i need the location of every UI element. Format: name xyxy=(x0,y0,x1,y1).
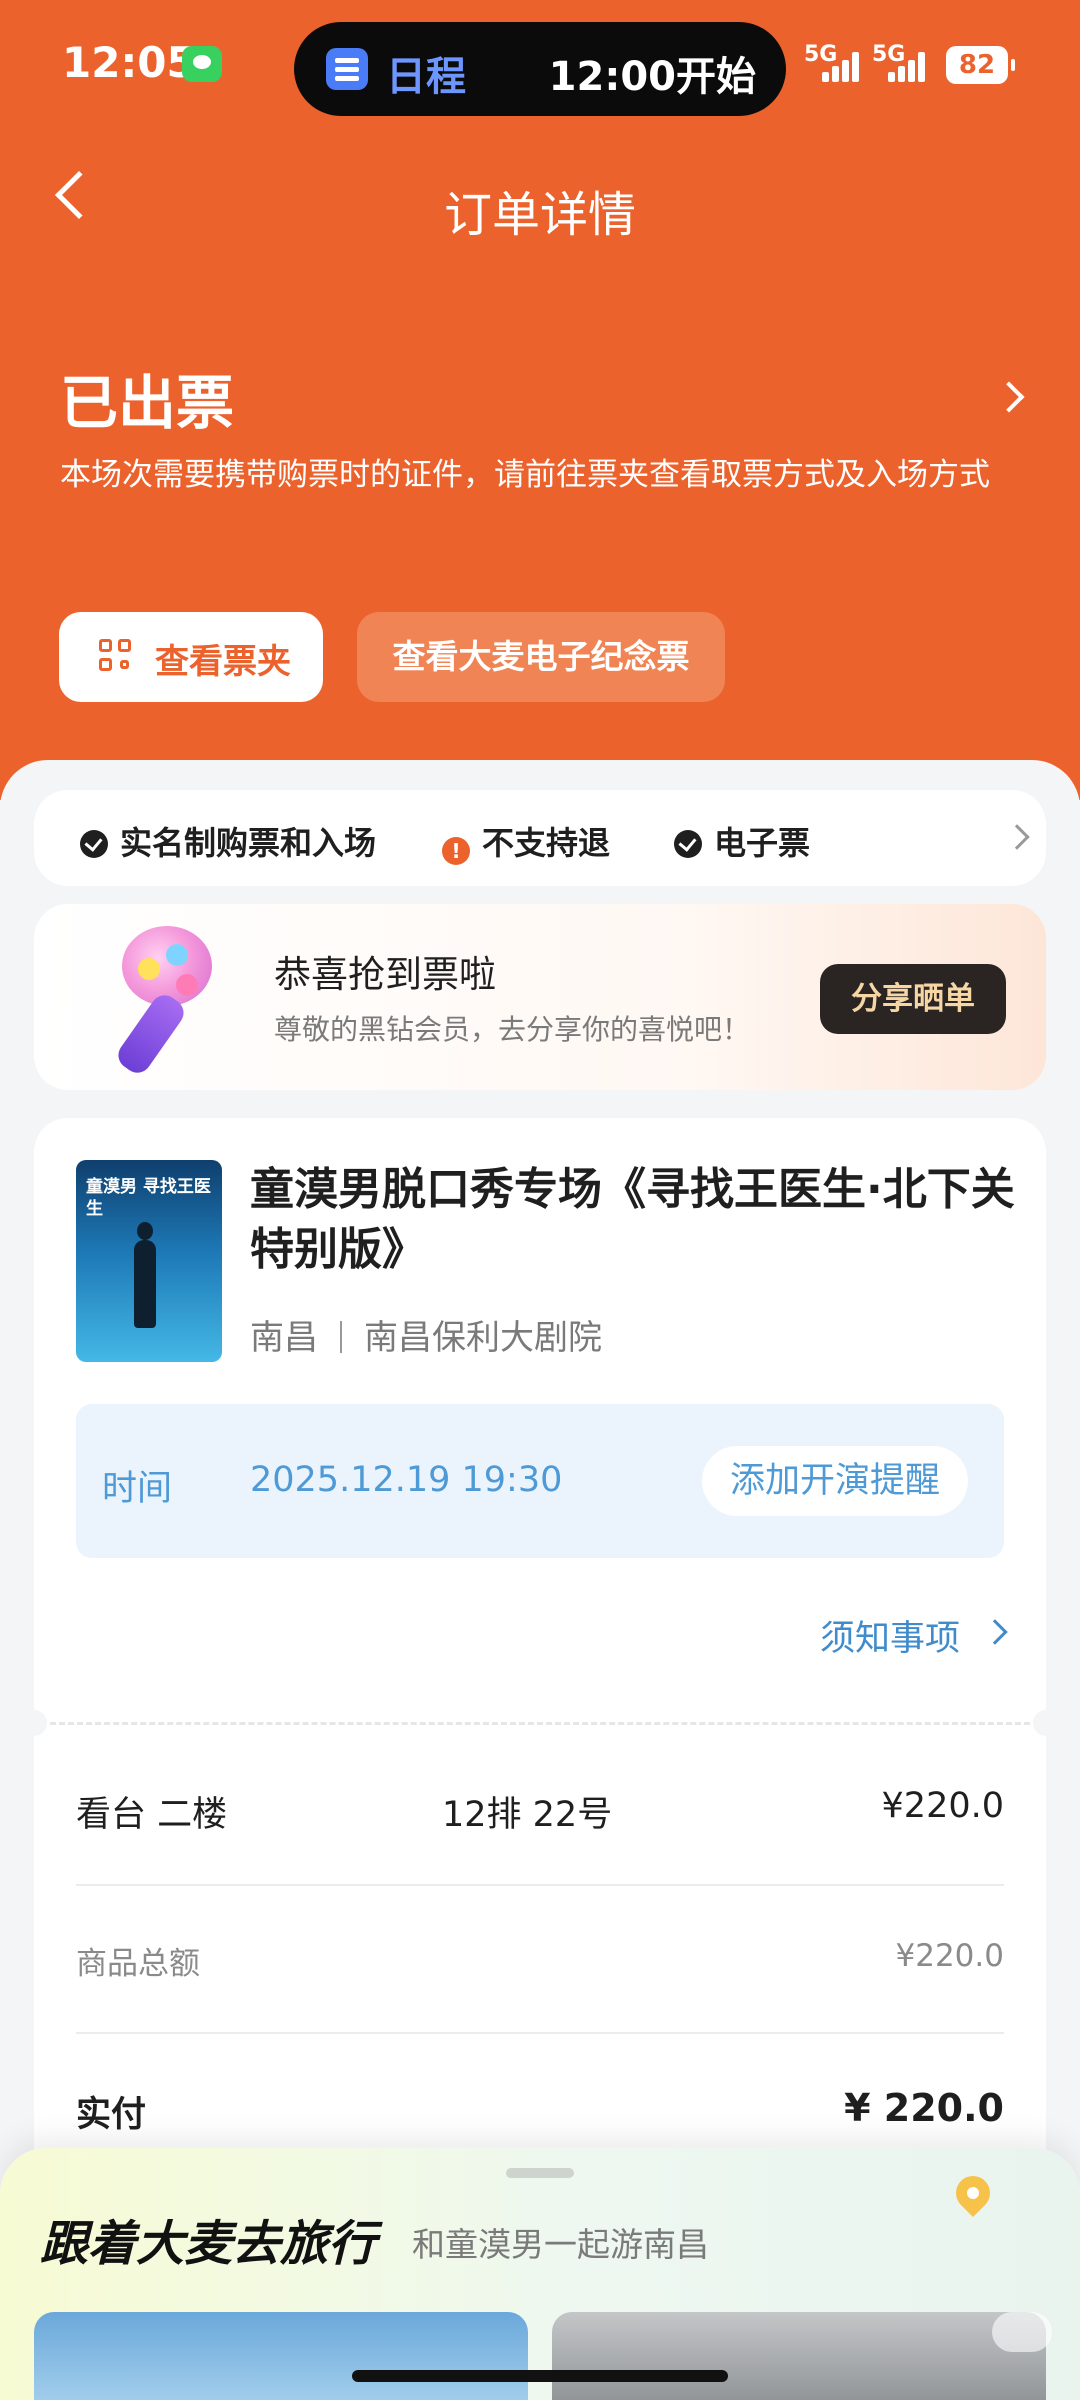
divider xyxy=(76,1884,1004,1886)
sheet-grabber[interactable] xyxy=(506,2168,574,2178)
clock: 12:05 xyxy=(62,38,196,87)
order-status-title[interactable]: 已出票 xyxy=(60,356,234,440)
divider xyxy=(76,2032,1004,2034)
show-title[interactable]: 童漠男脱口秀专场《寻找王医生·北下关特别版》 xyxy=(250,1160,1020,1280)
show-venue: 南昌 南昌保利大剧院 xyxy=(250,1310,602,1359)
show-time-box: 时间 2025.12.19 19:30 添加开演提醒 xyxy=(76,1404,1004,1558)
lightstick-illustration xyxy=(94,922,244,1079)
travel-thumbnail[interactable] xyxy=(34,2312,528,2400)
perforation-divider xyxy=(50,1722,1030,1725)
add-reminder-button[interactable]: 添加开演提醒 xyxy=(702,1446,969,1516)
time-value: 2025.12.19 19:30 xyxy=(250,1460,563,1500)
view-ticket-wallet-label: 查看票夹 xyxy=(155,642,291,682)
share-promo-card: 恭喜抢到票啦 尊敬的黑钻会员，去分享你的喜悦吧！ 分享晒单 xyxy=(34,904,1046,1090)
venue-divider xyxy=(340,1321,342,1353)
share-order-button[interactable]: 分享晒单 xyxy=(820,964,1006,1034)
view-ticket-wallet-button[interactable]: 查看票夹 xyxy=(59,612,323,702)
island-time: 12:00开始 xyxy=(548,54,756,100)
calendar-icon xyxy=(326,48,368,90)
check-circle-icon xyxy=(674,830,702,858)
ticket-features-bar[interactable]: 实名制购票和入场 ! 不支持退 电子票 xyxy=(34,790,1046,886)
home-indicator[interactable] xyxy=(352,2370,728,2382)
order-status-description: 本场次需要携带购票时的证件，请前往票夹查看取票方式及入场方式 xyxy=(60,457,990,493)
poster-figure xyxy=(134,1222,156,1328)
poster-text: 童漠男 寻找王医生 xyxy=(86,1177,211,1219)
feature-real-name: 实名制购票和入场 xyxy=(80,818,376,864)
ticket-price: ¥220.0 xyxy=(881,1786,1004,1826)
subtotal-value: ¥220.0 xyxy=(895,1938,1004,1974)
signal-icon xyxy=(818,48,864,82)
battery-icon: 82 xyxy=(946,46,1015,84)
qr-code-icon xyxy=(99,639,133,673)
seat-number: 12排 22号 xyxy=(442,1795,613,1835)
watermark-badge xyxy=(992,2312,1052,2352)
paid-value: ¥ 220.0 xyxy=(844,2086,1004,2130)
subtotal-label: 商品总额 xyxy=(76,1946,200,1982)
promo-title: 恭喜抢到票啦 xyxy=(274,953,496,996)
seat-area: 看台 二楼 xyxy=(76,1795,228,1835)
travel-title: 跟着大麦去旅行 xyxy=(40,2204,377,2274)
island-title: 日程 xyxy=(386,54,466,100)
chevron-right-icon[interactable] xyxy=(1004,824,1030,850)
paid-label: 实付 xyxy=(76,2095,147,2135)
show-venue-name: 南昌保利大剧院 xyxy=(364,1318,602,1358)
dynamic-island[interactable]: 日程 12:00开始 xyxy=(294,22,786,116)
promo-subtitle: 尊敬的黑钻会员，去分享你的喜悦吧！ xyxy=(274,1013,751,1046)
view-souvenir-ticket-button[interactable]: 查看大麦电子纪念票 xyxy=(357,612,725,702)
feature-no-refund: ! 不支持退 xyxy=(442,818,610,865)
notice-link[interactable]: 须知事项 xyxy=(820,1610,960,1661)
status-bar: 12:05 日程 12:00开始 5G 5G 82 xyxy=(0,0,1080,130)
feature-e-ticket: 电子票 xyxy=(674,818,810,864)
time-label: 时间 xyxy=(102,1469,173,1509)
travel-thumbnail[interactable] xyxy=(552,2312,1046,2400)
ticket-notch xyxy=(1033,1710,1059,1736)
check-circle-icon xyxy=(80,830,108,858)
signal-icon xyxy=(884,48,930,82)
show-poster[interactable]: 童漠男 寻找王医生 xyxy=(76,1160,222,1362)
page-title: 订单详情 xyxy=(443,187,636,243)
ticket-notch xyxy=(21,1710,47,1736)
travel-subtitle: 和童漠男一起游南昌 xyxy=(412,2225,709,2264)
warning-circle-icon: ! xyxy=(442,837,470,865)
show-city: 南昌 xyxy=(250,1318,318,1358)
message-notification-icon xyxy=(182,46,222,82)
